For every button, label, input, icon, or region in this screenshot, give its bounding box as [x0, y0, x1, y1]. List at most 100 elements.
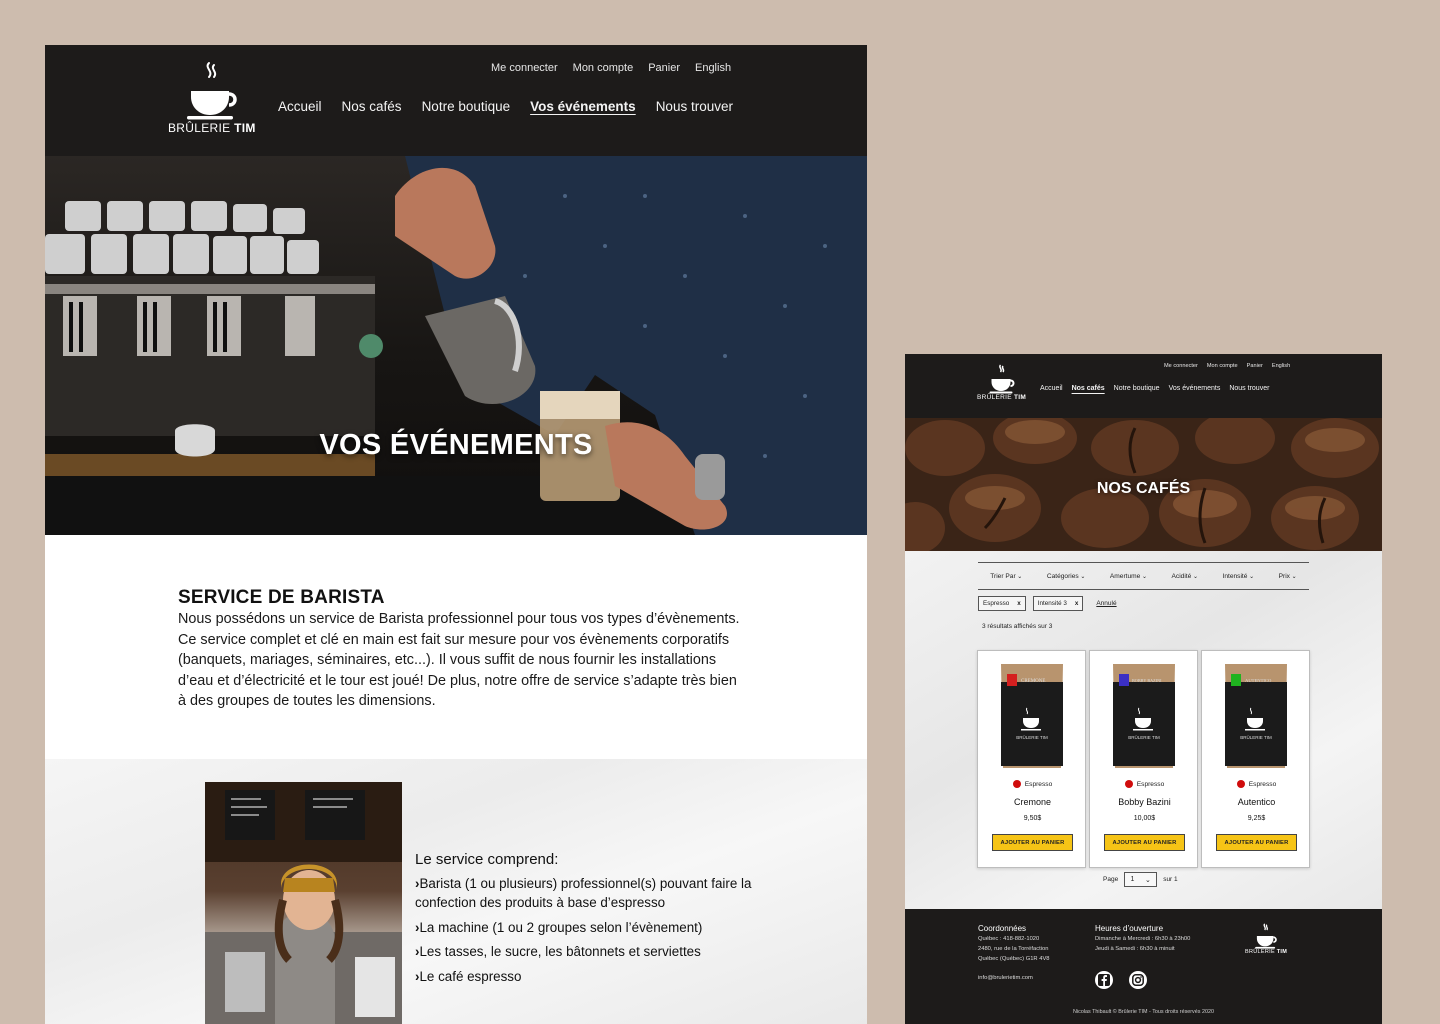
login-link[interactable]: Me connecter: [491, 62, 558, 74]
service-details-section: Le service comprend: Barista (1 ou plusi…: [45, 759, 867, 1024]
nav-accueil[interactable]: Accueil: [1040, 385, 1063, 392]
instagram-icon[interactable]: [1129, 971, 1147, 989]
nav-nous-trouver[interactable]: Nous trouver: [1229, 385, 1269, 392]
add-to-cart-button[interactable]: AJOUTER AU PANIER: [1104, 834, 1185, 851]
category-label: Espresso: [978, 780, 1087, 788]
filter-chip-intensity[interactable]: Intensité 3 x: [1032, 596, 1084, 611]
login-link[interactable]: Me connecter: [1164, 363, 1198, 369]
page-select[interactable]: 1 ⌄: [1124, 872, 1158, 887]
coffees-page-mockup: BRÛLERIE TIM Me connecter Mon compte Pan…: [905, 354, 1382, 1024]
coffee-bag-image: BOBBY BAZINI BRÛLERIE TIM: [1113, 664, 1175, 768]
service-list-block: Le service comprend: Barista (1 ou plusi…: [415, 851, 755, 991]
brand-name: BRÛLERIE TIM: [168, 121, 256, 135]
add-to-cart-button[interactable]: AJOUTER AU PANIER: [992, 834, 1073, 851]
account-link[interactable]: Mon compte: [573, 62, 634, 74]
cart-link[interactable]: Panier: [648, 62, 680, 74]
footer-city: Québec (Québec) G1R 4V8: [978, 955, 1050, 962]
barista-woman-photo: [205, 782, 402, 1024]
footer-contact-title: Coordonnées: [978, 924, 1027, 933]
events-page-mockup: BRÛLERIE TIM Me connecter Mon compte Pan…: [45, 45, 867, 1024]
bitterness-dropdown[interactable]: Amertume: [1110, 573, 1147, 580]
account-link[interactable]: Mon compte: [1207, 363, 1238, 369]
facebook-icon[interactable]: [1095, 971, 1113, 989]
product-card[interactable]: BOBBY BAZINI BRÛLERIE TIM Espresso Bobby…: [1089, 650, 1198, 868]
svg-text:CREMONE: CREMONE: [1021, 679, 1045, 684]
nav-notre-boutique[interactable]: Notre boutique: [1114, 385, 1160, 392]
hero-banner: NOS CAFÉS: [905, 418, 1382, 551]
svg-text:BOBBY BAZINI: BOBBY BAZINI: [1132, 678, 1162, 683]
footer-hours-line: Dimanche à Mercredi : 6h30 à 23h00: [1095, 936, 1191, 942]
category-label: Espresso: [1090, 780, 1199, 788]
site-header: BRÛLERIE TIM Me connecter Mon compte Pan…: [45, 45, 867, 156]
footer-hours: Heures d’ouverture Dimanche à Mercredi :…: [1095, 924, 1190, 955]
hero-title: NOS CAFÉS: [1096, 480, 1191, 497]
product-card[interactable]: CREMONE BRÛLERIE TIM Espresso Cremone 9,…: [977, 650, 1086, 868]
nav-accueil[interactable]: Accueil: [278, 99, 322, 114]
nav-notre-boutique[interactable]: Notre boutique: [422, 99, 511, 114]
barista-pouring-photo: [45, 156, 867, 535]
page-label: Page: [1103, 876, 1119, 883]
sort-dropdown[interactable]: Trier Par: [990, 573, 1022, 580]
footer-hours-title: Heures d’ouverture: [1095, 924, 1164, 933]
service-item: La machine (1 ou 2 groupes selon l’évène…: [415, 918, 755, 937]
service-item: Barista (1 ou plusieurs) professionnel(s…: [415, 874, 755, 912]
language-link[interactable]: English: [695, 62, 731, 74]
nav-vos-evenements[interactable]: Vos événements: [1169, 385, 1221, 392]
footer-email-link[interactable]: info@brulerietim.com: [978, 975, 1033, 981]
reset-filters-link[interactable]: Annulé: [1096, 600, 1116, 607]
svg-text:BRÛLERIE TIM: BRÛLERIE TIM: [1128, 734, 1160, 740]
brand-logo[interactable]: BRÛLERIE TIM: [977, 364, 1026, 401]
filter-chip-espresso[interactable]: Espresso x: [978, 596, 1026, 611]
intensity-dropdown[interactable]: Intensité: [1223, 573, 1255, 580]
nav-nos-cafes[interactable]: Nos cafés: [1072, 385, 1105, 392]
site-footer: Coordonnées Québec : 418-882-1020 2480, …: [905, 909, 1382, 1024]
main-nav: Accueil Nos cafés Notre boutique Vos évé…: [1040, 385, 1269, 392]
nav-nos-cafes[interactable]: Nos cafés: [342, 99, 402, 114]
svg-text:BRÛLERIE TIM: BRÛLERIE TIM: [1240, 734, 1272, 740]
product-name: Bobby Bazini: [1118, 797, 1171, 807]
nav-nous-trouver[interactable]: Nous trouver: [656, 99, 733, 114]
page-total: sur 1: [1163, 876, 1178, 883]
intensity-dot-icon: [1236, 780, 1245, 788]
service-item: Le café espresso: [415, 967, 755, 986]
utility-nav: Me connecter Mon compte Panier English: [1164, 363, 1290, 369]
service-list-heading: Le service comprend:: [415, 851, 559, 868]
section-body: Nous possédons un service de Barista pro…: [178, 611, 740, 710]
service-list: Barista (1 ou plusieurs) professionnel(s…: [415, 874, 755, 986]
add-to-cart-button[interactable]: AJOUTER AU PANIER: [1216, 834, 1297, 851]
intensity-dot-icon: [1012, 780, 1021, 788]
footer-phone: Québec : 418-882-1020: [978, 936, 1040, 942]
filter-bar: Trier Par Catégories Amertume Acidité In…: [978, 562, 1309, 590]
svg-text:BRÛLERIE TIM: BRÛLERIE TIM: [1016, 734, 1048, 740]
product-listing: Trier Par Catégories Amertume Acidité In…: [905, 551, 1382, 909]
acidity-dropdown[interactable]: Acidité: [1172, 573, 1199, 580]
site-header: BRÛLERIE TIM Me connecter Mon compte Pan…: [905, 354, 1382, 418]
brand-name: BRÛLERIE TIM: [977, 394, 1027, 401]
remove-chip-icon[interactable]: x: [1075, 600, 1079, 607]
remove-chip-icon[interactable]: x: [1017, 600, 1021, 607]
category-dropdown[interactable]: Catégories: [1047, 573, 1086, 580]
section-heading: SERVICE DE BARISTA: [178, 587, 385, 608]
coffee-cup-icon: [989, 364, 1015, 394]
barista-intro-section: SERVICE DE BARISTA Nous possédons un ser…: [45, 535, 867, 759]
coffee-bag-image: CREMONE BRÛLERIE TIM: [1001, 664, 1063, 768]
pagination: Page 1 ⌄ sur 1: [1103, 872, 1178, 887]
product-card[interactable]: AUTENTICO BRÛLERIE TIM Espresso Autentic…: [1201, 650, 1310, 868]
utility-nav: Me connecter Mon compte Panier English: [491, 62, 731, 74]
footer-hours-line: Jeudi à Samedi : 6h30 à minuit: [1095, 945, 1175, 952]
product-grid: CREMONE BRÛLERIE TIM Espresso Cremone 9,…: [977, 650, 1310, 868]
coffee-cup-icon: [1255, 923, 1277, 949]
active-filters: Espresso x Intensité 3 x Annulé: [978, 596, 1117, 611]
product-name: Cremone: [1013, 797, 1051, 807]
cart-link[interactable]: Panier: [1247, 363, 1263, 369]
intensity-dot-icon: [1124, 780, 1133, 788]
price-dropdown[interactable]: Prix: [1279, 573, 1297, 580]
chevron-down-icon: ⌄: [1145, 876, 1151, 884]
footer-logo[interactable]: BRÛLERIE TIM: [1245, 923, 1287, 955]
footer-address: 2480, rue de la Torréfaction: [978, 945, 1049, 952]
language-link[interactable]: English: [1272, 363, 1290, 369]
result-count: 3 résultats affichés sur 3: [982, 623, 1053, 630]
main-nav: Accueil Nos cafés Notre boutique Vos évé…: [278, 99, 733, 114]
brand-logo[interactable]: BRÛLERIE TIM: [168, 61, 256, 135]
nav-vos-evenements[interactable]: Vos événements: [530, 99, 636, 114]
